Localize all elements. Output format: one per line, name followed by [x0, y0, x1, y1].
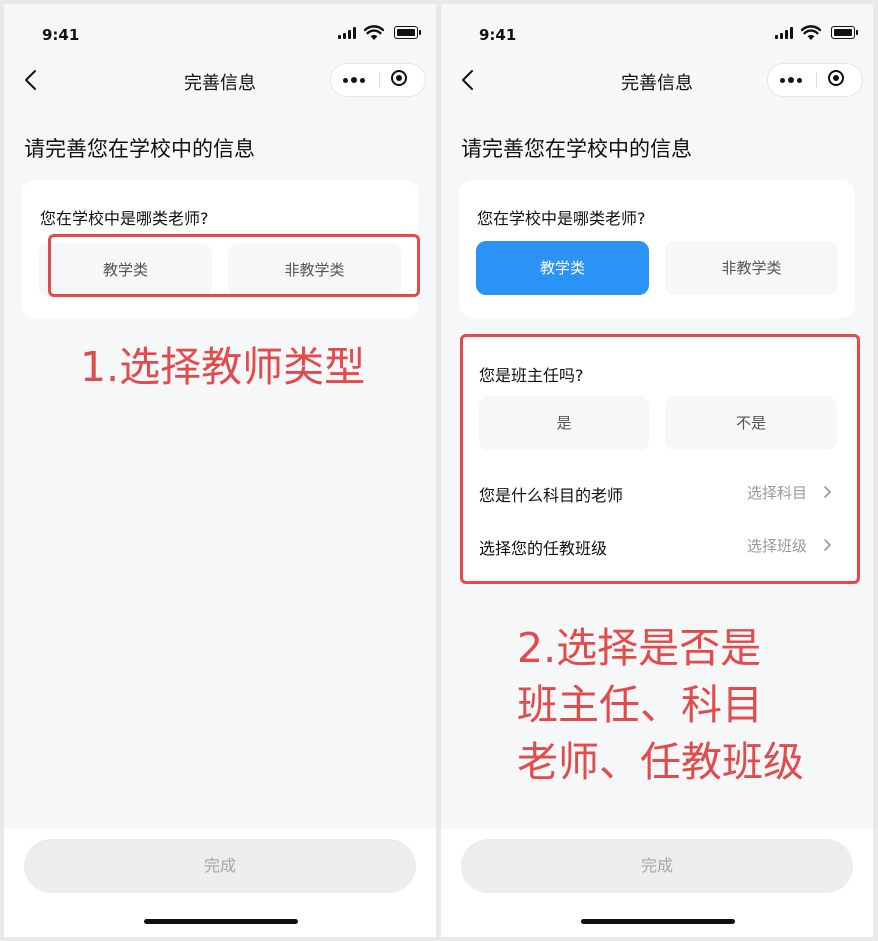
done-button[interactable]: 完成 — [461, 839, 853, 893]
page-heading: 请完善您在学校中的信息 — [24, 137, 255, 161]
status-time: 9:41 — [42, 26, 80, 44]
battery-icon — [394, 26, 421, 39]
teacher-type-card: 您在学校中是哪类老师? 教学类 非教学类 — [459, 180, 855, 318]
wifi-icon — [801, 25, 821, 40]
annotation-step2: 2.选择是否是 班主任、科目 老师、任教班级 — [517, 620, 804, 791]
teacher-type-question: 您在学校中是哪类老师? — [40, 209, 209, 228]
signal-icon — [775, 27, 795, 39]
highlight-box — [48, 234, 420, 297]
more-options-button[interactable] — [331, 64, 379, 96]
wifi-icon — [364, 25, 384, 40]
signal-icon — [338, 27, 358, 39]
more-options-button[interactable] — [768, 64, 816, 96]
page-heading: 请完善您在学校中的信息 — [461, 137, 692, 161]
annotation-line: 班主任、科目 — [517, 681, 763, 729]
option-teaching-selected[interactable]: 教学类 — [476, 241, 649, 295]
mini-program-capsule — [330, 63, 426, 97]
close-mini-program-button[interactable] — [814, 64, 862, 96]
status-icons — [328, 25, 421, 40]
phone-screen-left: 9:41 完善信息 请完善您在学校中的信息 您在学校中是哪类老师? 教学类 非教… — [4, 4, 436, 937]
option-non-teaching[interactable]: 非教学类 — [665, 241, 838, 295]
home-indicator — [581, 919, 735, 924]
status-time: 9:41 — [479, 26, 517, 44]
phone-screen-right: 9:41 完善信息 请完善您在学校中的信息 您在学校中是哪类老师? 教学类 非教… — [441, 4, 873, 937]
battery-icon — [831, 26, 858, 39]
highlight-box — [460, 334, 860, 584]
close-mini-program-button[interactable] — [377, 64, 425, 96]
done-button[interactable]: 完成 — [24, 839, 416, 893]
status-icons — [765, 25, 858, 40]
home-indicator — [144, 919, 298, 924]
annotation-line: 老师、任教班级 — [517, 738, 804, 786]
mini-program-capsule — [767, 63, 863, 97]
annotation-step1: 1.选择教师类型 — [80, 343, 366, 391]
teacher-type-question: 您在学校中是哪类老师? — [477, 209, 646, 228]
annotation-line: 2.选择是否是 — [517, 624, 762, 672]
